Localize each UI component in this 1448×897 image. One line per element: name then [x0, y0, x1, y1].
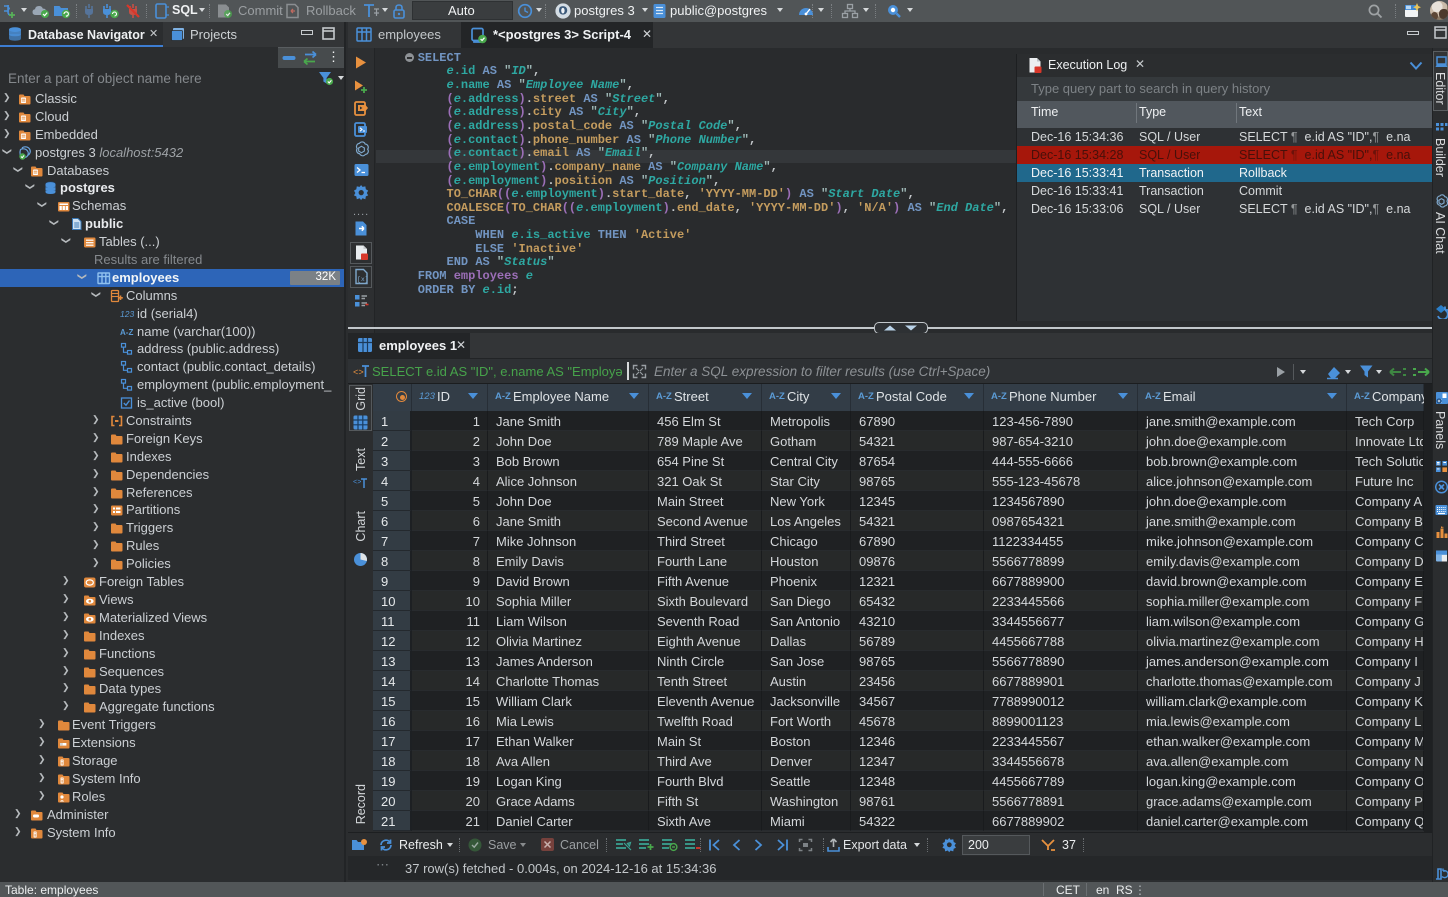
svg-text:<>: <> — [353, 479, 361, 487]
svg-text:<>: <> — [353, 368, 364, 378]
svg-text:A-Z: A-Z — [120, 328, 133, 337]
svg-text:123: 123 — [120, 309, 134, 319]
svg-text:[x]: [x] — [357, 276, 369, 283]
